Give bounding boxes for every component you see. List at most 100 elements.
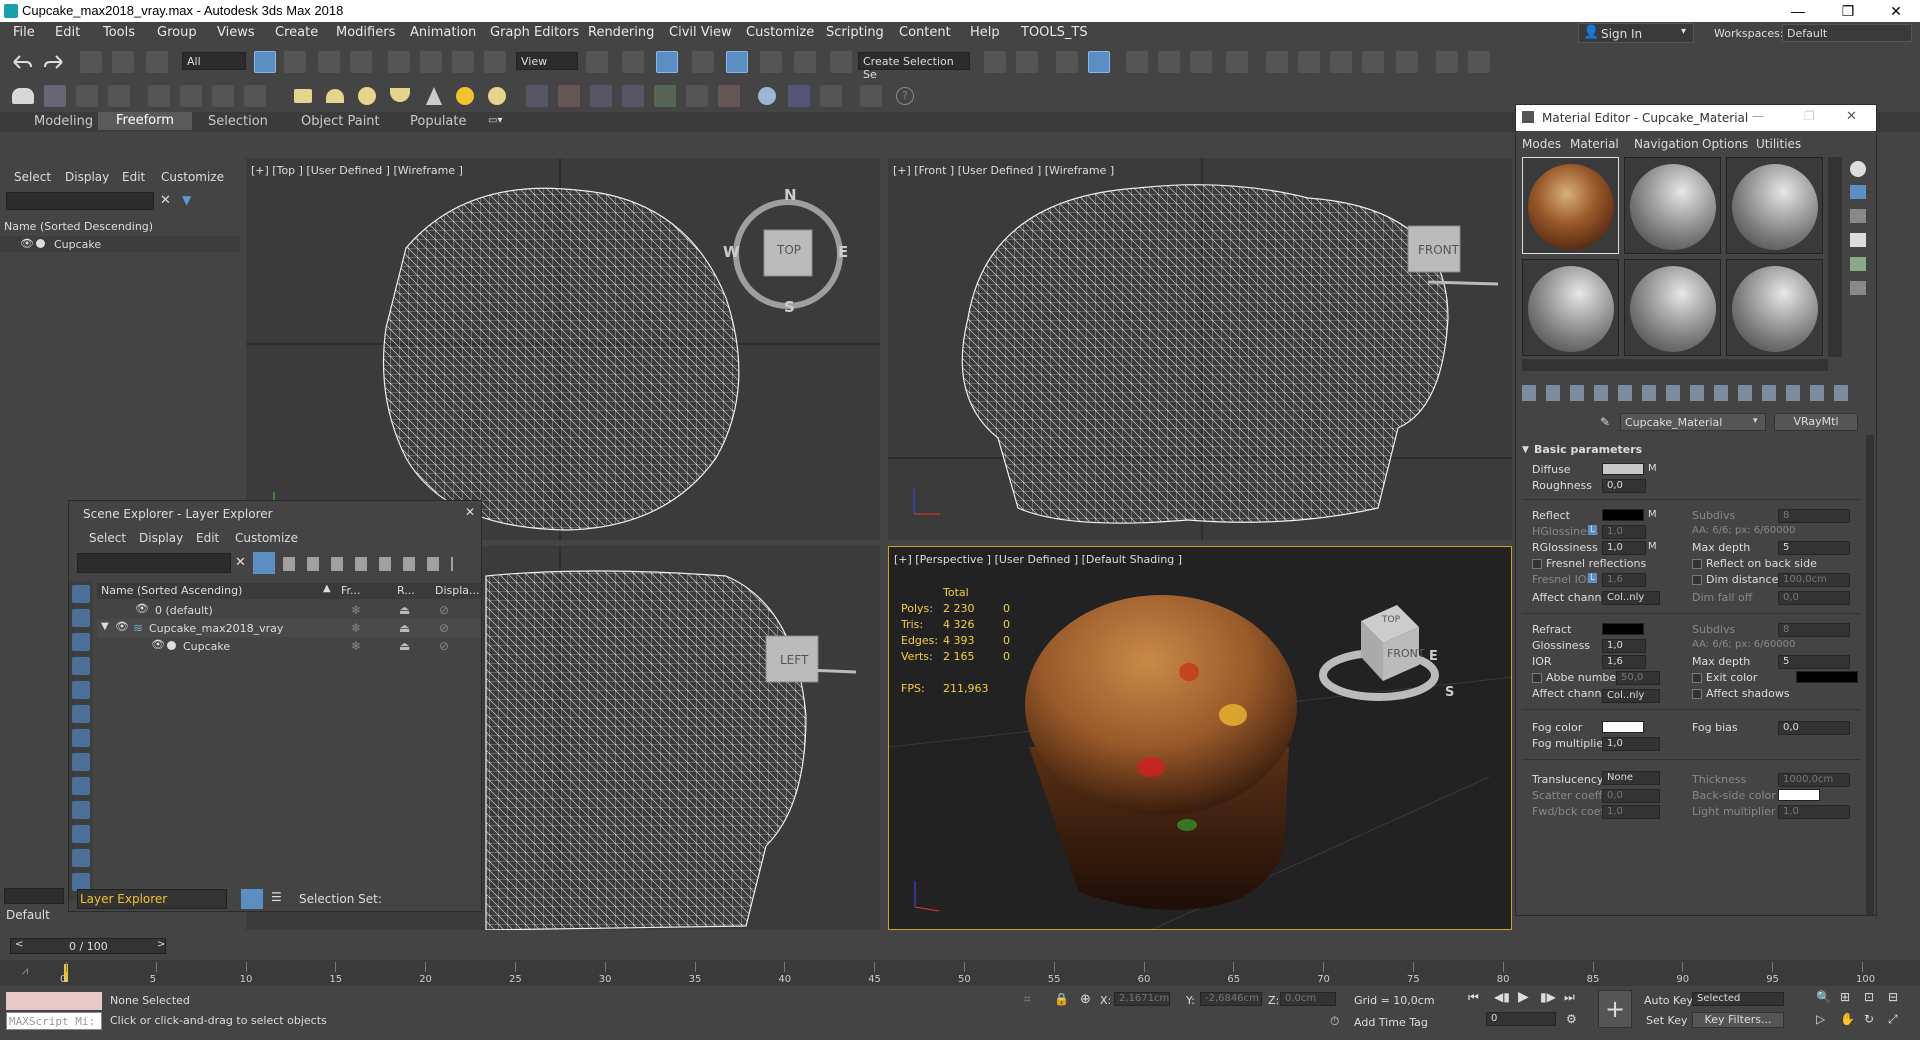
filter-icon[interactable]: ▼ bbox=[182, 193, 191, 207]
isolate-icon[interactable]: ⌗ bbox=[1024, 992, 1031, 1007]
se-search-input[interactable] bbox=[77, 553, 231, 573]
me-menu-modes[interactable]: Modes bbox=[1522, 137, 1561, 151]
camera-icon[interactable] bbox=[212, 85, 234, 107]
table-row[interactable]: 👁 0 (default) ❄ ⏏ ⊘ bbox=[97, 601, 481, 619]
diffuse-swatch[interactable] bbox=[1602, 463, 1644, 475]
fog-bias-spinner[interactable]: 0,0 bbox=[1778, 721, 1850, 735]
eye-icon[interactable]: 👁 bbox=[20, 237, 34, 250]
se-display-shapes-icon[interactable] bbox=[72, 633, 90, 651]
vfb-icon[interactable] bbox=[820, 85, 842, 107]
maxscript-input[interactable]: MAXScript Mi: bbox=[6, 1012, 102, 1030]
layer-explorer-icon[interactable] bbox=[1088, 51, 1110, 73]
backside-color-swatch[interactable] bbox=[1778, 789, 1820, 801]
viewport-top[interactable]: [+] [Top ] [User Defined ] [Wireframe ] … bbox=[246, 158, 880, 540]
slots-hscroll[interactable] bbox=[1522, 359, 1828, 371]
se-menu-customize[interactable]: Customize bbox=[235, 531, 298, 545]
se-display-frozen-icon[interactable] bbox=[72, 849, 90, 867]
left-hscroll[interactable] bbox=[4, 888, 64, 904]
fresnel-checkbox[interactable] bbox=[1532, 559, 1542, 569]
display-icon[interactable]: ⊘ bbox=[439, 603, 449, 617]
uv-tiling-icon[interactable] bbox=[1850, 233, 1866, 247]
refract-max-depth-spinner[interactable]: 5 bbox=[1778, 655, 1850, 669]
background-icon[interactable] bbox=[1850, 209, 1866, 223]
viewcube-left[interactable]: LEFT bbox=[780, 653, 808, 667]
pan-icon[interactable]: ✋ bbox=[1840, 1012, 1855, 1026]
viewcube-front[interactable]: FRONT bbox=[1418, 243, 1459, 257]
ribbon-options-icon[interactable]: ▭▾ bbox=[488, 115, 502, 126]
ior-spinner[interactable]: 1,6 bbox=[1602, 655, 1646, 669]
se-col-render[interactable]: R... bbox=[397, 584, 415, 597]
zoom-all-icon[interactable]: ⊞ bbox=[1840, 990, 1850, 1004]
select-manipulate-icon[interactable] bbox=[622, 51, 644, 73]
diffuse-map-button[interactable]: M bbox=[1648, 463, 1657, 474]
eye-icon[interactable]: 👁 bbox=[135, 602, 149, 615]
material-slot[interactable] bbox=[1726, 259, 1823, 356]
video-color-icon[interactable] bbox=[1850, 257, 1866, 271]
se-col-display[interactable]: Displa... bbox=[435, 584, 480, 597]
material-slot[interactable] bbox=[1522, 259, 1619, 356]
x-coord-field[interactable]: 2,1671cm bbox=[1114, 992, 1170, 1006]
teapot-icon[interactable] bbox=[12, 88, 34, 104]
left-column-header[interactable]: Name (Sorted Descending) bbox=[4, 220, 153, 233]
table-row[interactable]: ▼ 👁 ≋ Cupcake_max2018_vray ❄ ⏏ ⊘ bbox=[97, 619, 481, 637]
play-icon[interactable]: ▶ bbox=[1518, 989, 1529, 1005]
viewport-front[interactable]: [+] [Front ] [User Defined ] [Wireframe … bbox=[888, 158, 1512, 540]
exit-color-swatch[interactable] bbox=[1796, 671, 1858, 683]
time-prev-icon[interactable]: < bbox=[15, 939, 23, 950]
goto-end-icon[interactable]: ⏭ bbox=[1564, 990, 1575, 1005]
plus-tool-icon[interactable] bbox=[1468, 51, 1490, 73]
time-config-icon[interactable]: ⚙ bbox=[1566, 1012, 1577, 1026]
me-vscroll[interactable] bbox=[1866, 435, 1874, 915]
se-menu-select[interactable]: Select bbox=[89, 531, 126, 545]
se-clear-icon[interactable]: ✕ bbox=[235, 555, 246, 570]
se-display-xrefs-icon[interactable] bbox=[72, 777, 90, 795]
se-display-objects-icon[interactable] bbox=[72, 585, 90, 603]
add-time-tag[interactable]: Add Time Tag bbox=[1354, 1016, 1428, 1029]
material-slot-active[interactable] bbox=[1522, 157, 1619, 254]
schematic-view-icon[interactable] bbox=[1190, 51, 1212, 73]
current-frame-field[interactable]: 0 bbox=[1486, 1012, 1556, 1026]
me-menu-utilities[interactable]: Utilities bbox=[1756, 137, 1801, 151]
me-menu-options[interactable]: Options bbox=[1702, 137, 1748, 151]
orbit-icon[interactable]: ↻ bbox=[1864, 1012, 1874, 1026]
placement-icon[interactable] bbox=[484, 51, 506, 73]
mirror-icon[interactable] bbox=[984, 51, 1006, 73]
scene-explorer-icon[interactable] bbox=[1056, 51, 1078, 73]
refract-affect-channels-dropdown[interactable]: Col..nly bbox=[1602, 689, 1660, 703]
exit-color-checkbox[interactable] bbox=[1692, 673, 1702, 683]
box-icon[interactable] bbox=[294, 89, 312, 103]
menu-scripting[interactable]: Scripting bbox=[826, 25, 884, 40]
render-cloud-icon[interactable] bbox=[1396, 51, 1418, 73]
roughness-spinner[interactable]: 0,0 bbox=[1602, 479, 1646, 493]
snap-3d-icon[interactable] bbox=[692, 51, 714, 73]
fog-color-swatch[interactable] bbox=[1602, 721, 1644, 733]
me-menu-material[interactable]: Material bbox=[1570, 137, 1619, 151]
explorer-type-dropdown[interactable]: Layer Explorer bbox=[77, 889, 227, 909]
file-icon[interactable] bbox=[860, 85, 882, 107]
percent-snap-icon[interactable] bbox=[760, 51, 782, 73]
se-display-groups-icon[interactable] bbox=[72, 753, 90, 771]
left-menu-select[interactable]: Select bbox=[14, 170, 51, 184]
menu-animation[interactable]: Animation bbox=[410, 25, 476, 40]
material-name-dropdown[interactable]: Cupcake_Material ▾ bbox=[1620, 413, 1766, 431]
help-icon[interactable]: ? bbox=[896, 87, 914, 105]
dim-distance-checkbox[interactable] bbox=[1692, 575, 1702, 585]
tab-freeform[interactable]: Freeform bbox=[98, 112, 192, 130]
abbe-spinner[interactable]: 50,0 bbox=[1616, 671, 1660, 685]
se-display-spacewarps-icon[interactable] bbox=[72, 729, 90, 747]
link-icon[interactable] bbox=[80, 51, 102, 73]
set-key-button[interactable]: Set Key bbox=[1646, 1014, 1688, 1027]
gear-icon[interactable] bbox=[180, 85, 202, 107]
collapse-icon[interactable]: ▼ bbox=[101, 621, 109, 632]
minimize-button[interactable]: — bbox=[1776, 0, 1820, 22]
refract-swatch[interactable] bbox=[1602, 623, 1644, 635]
menu-edit[interactable]: Edit bbox=[55, 25, 80, 40]
affect-channels-dropdown[interactable]: Col..nly bbox=[1602, 591, 1660, 605]
pivot-icon[interactable] bbox=[586, 51, 608, 73]
viewport-perspective[interactable]: [+] [Perspective ] [User Defined ] [Defa… bbox=[888, 546, 1512, 930]
se-filter-icon[interactable] bbox=[253, 552, 275, 574]
bind-space-warp-icon[interactable] bbox=[146, 51, 168, 73]
left-menu-edit[interactable]: Edit bbox=[122, 170, 145, 184]
material-sphere-icon[interactable] bbox=[758, 87, 776, 105]
me-maximize-button[interactable]: ❐ bbox=[1804, 109, 1815, 123]
